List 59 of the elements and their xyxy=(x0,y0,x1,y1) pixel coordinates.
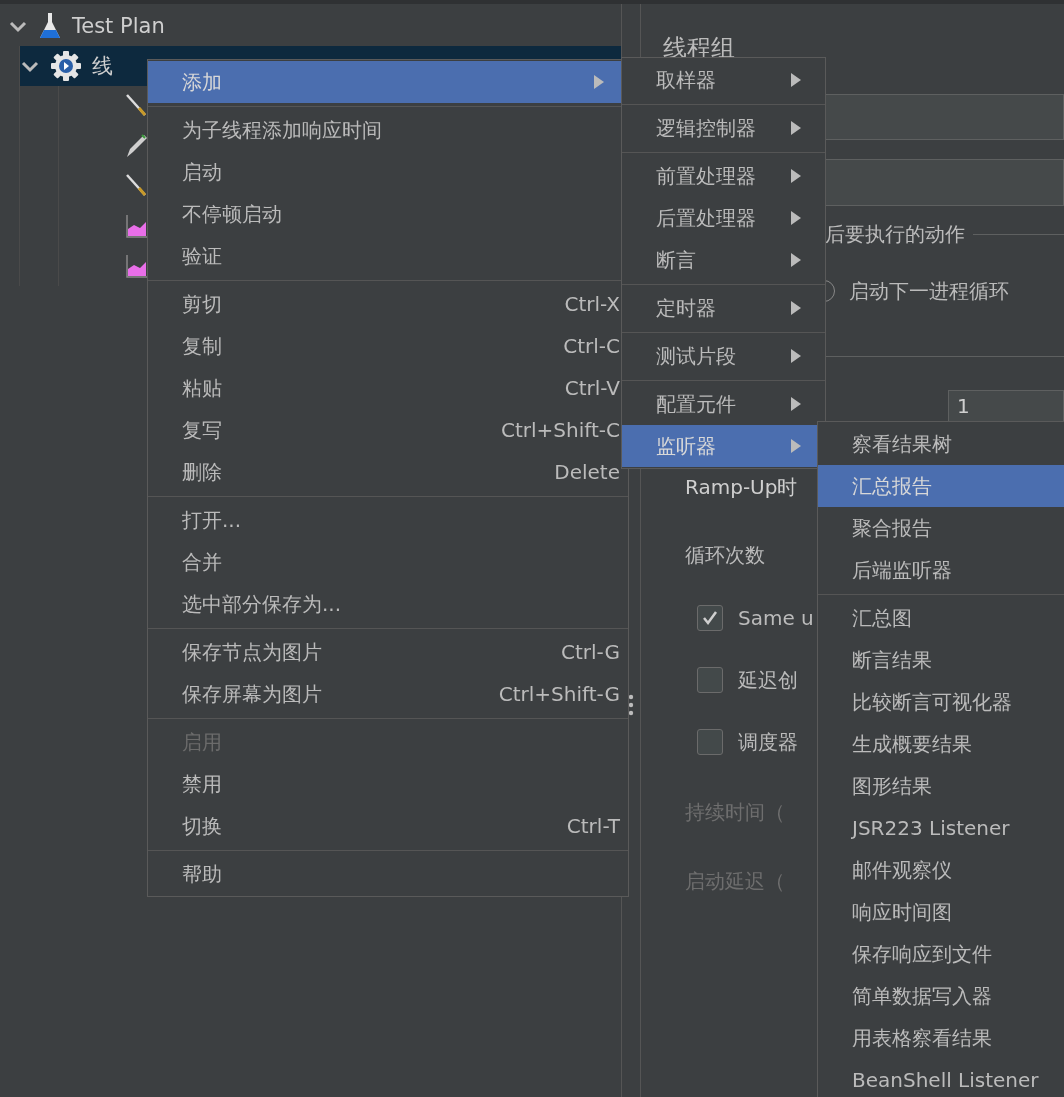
shortcut-label: Ctrl+Shift-C xyxy=(501,418,620,442)
menu-item-label: 图形结果 xyxy=(852,772,933,800)
menu-item-label: 保存屏幕为图片 xyxy=(182,680,323,708)
group-label: 后要执行的动作 xyxy=(825,220,965,248)
menu-item-label: 用表格察看结果 xyxy=(852,1024,993,1052)
menu-item-label: 复写 xyxy=(182,416,223,444)
menu-item-label: 后置处理器 xyxy=(656,204,757,232)
checkbox-label: Same u xyxy=(738,606,814,630)
menu-item-label: 不停顿启动 xyxy=(182,200,283,228)
shortcut-label: Ctrl-G xyxy=(560,640,620,664)
menu-item-label: 定时器 xyxy=(656,294,717,322)
field-label: Ramp-Up时 xyxy=(685,473,798,501)
menu-item-label: 断言 xyxy=(656,246,697,274)
shortcut-label: Ctrl+Shift-G xyxy=(498,682,620,706)
menu-item-label: 监听器 xyxy=(656,432,717,460)
menu-item-label: 配置元件 xyxy=(656,390,737,418)
shortcut-label: Delete xyxy=(554,460,620,484)
menu-item-label: 帮助 xyxy=(182,860,223,888)
field-label: 循环次数 xyxy=(685,541,765,569)
menu-item-label: 简单数据写入器 xyxy=(852,982,993,1010)
menu-item-label: 验证 xyxy=(182,242,223,270)
shortcut-label: Ctrl-C xyxy=(563,334,620,358)
checkbox-label: 延迟创 xyxy=(738,666,798,694)
shortcut-label: Ctrl-T xyxy=(566,814,620,838)
menu-item-label: 删除 xyxy=(182,458,223,486)
menu-item-label: 汇总图 xyxy=(852,604,913,632)
checkbox-label: 调度器 xyxy=(738,728,798,756)
menu-item-label: 合并 xyxy=(182,548,223,576)
menu-item-label: 禁用 xyxy=(182,770,223,798)
menu-item-label: 打开... xyxy=(182,506,243,534)
menu-item-label: 添加 xyxy=(182,68,223,96)
menu-item-label: 生成概要结果 xyxy=(852,730,973,758)
menu-item-label: 响应时间图 xyxy=(852,898,953,926)
menu-item-label: 聚合报告 xyxy=(852,514,933,542)
menu-item-label: 前置处理器 xyxy=(656,162,757,190)
menu-item-label: 测试片段 xyxy=(656,342,737,370)
menu-item-label: 保存节点为图片 xyxy=(182,638,323,666)
menu-item-label: 为子线程添加响应时间 xyxy=(182,116,383,144)
shortcut-label: Ctrl-V xyxy=(564,376,620,400)
shortcut-label: Ctrl-X xyxy=(564,292,620,316)
tree-label: 线 xyxy=(92,53,113,80)
menu-item-label: 选中部分保存为... xyxy=(182,590,343,618)
menu-item-label: 逻辑控制器 xyxy=(656,114,757,142)
menu-item-label: 断言结果 xyxy=(852,646,933,674)
menu-item-label: 剪切 xyxy=(182,290,223,318)
menu-item-label: 保存响应到文件 xyxy=(852,940,993,968)
menu-item-label: JSR223 Listener xyxy=(852,816,1011,840)
menu-item-label: BeanShell Listener xyxy=(852,1068,1040,1092)
radio-label: 启动下一进程循环 xyxy=(849,277,1009,305)
menu-item-label: 取样器 xyxy=(656,66,717,94)
menu-item-label: 切换 xyxy=(182,812,223,840)
tree-label: Test Plan xyxy=(72,14,165,38)
menu-item-label: 比较断言可视化器 xyxy=(852,688,1013,716)
menu-item-label: 后端监听器 xyxy=(852,556,953,584)
menu-item-label: 邮件观察仪 xyxy=(852,856,953,884)
menu-item-label: 复制 xyxy=(182,332,223,360)
menu-item-label: 汇总报告 xyxy=(852,472,933,500)
menu-item-label: 启动 xyxy=(182,158,223,186)
menu-item-label: 粘贴 xyxy=(182,374,223,402)
